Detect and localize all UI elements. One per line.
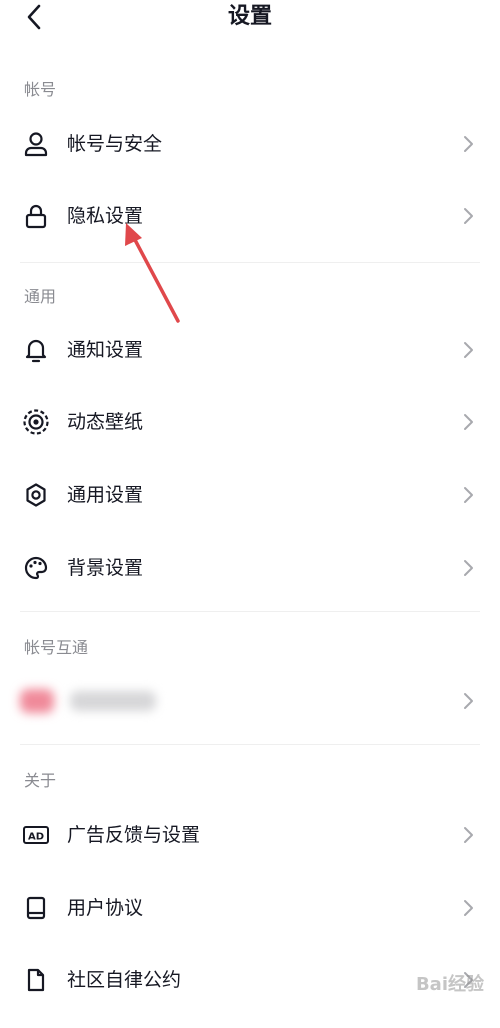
page-title: 设置 bbox=[227, 4, 272, 29]
account-security-label: 帐号与安全 bbox=[67, 133, 163, 155]
section-title-about: 关于 bbox=[24, 771, 57, 790]
community-guidelines-label: 社区自律公约 bbox=[67, 969, 182, 991]
section-title-account: 帐号 bbox=[24, 80, 57, 99]
privacy-settings-item[interactable]: 隐私设置 bbox=[0, 188, 500, 244]
chevron-right-icon bbox=[464, 560, 473, 576]
live-wallpaper-item[interactable]: 动态壁纸 bbox=[0, 394, 500, 450]
section-title-interop: 帐号互通 bbox=[24, 638, 89, 657]
book-icon bbox=[22, 894, 50, 922]
privacy-settings-label: 隐私设置 bbox=[67, 205, 144, 227]
document-icon bbox=[22, 966, 50, 994]
divider bbox=[20, 611, 480, 612]
user-icon bbox=[22, 130, 50, 158]
chevron-right-icon bbox=[464, 342, 473, 358]
chevron-right-icon bbox=[464, 827, 473, 843]
notification-settings-label: 通知设置 bbox=[67, 339, 144, 361]
account-security-item[interactable]: 帐号与安全 bbox=[0, 116, 500, 172]
linked-account-item[interactable] bbox=[0, 673, 500, 729]
user-agreement-label: 用户协议 bbox=[67, 897, 144, 919]
target-icon bbox=[22, 408, 50, 436]
linked-account-name bbox=[70, 691, 156, 711]
lock-icon bbox=[22, 202, 50, 230]
ad-feedback-label: 广告反馈与设置 bbox=[67, 824, 201, 846]
chevron-right-icon bbox=[464, 900, 473, 916]
notification-settings-item[interactable]: 通知设置 bbox=[0, 322, 500, 378]
chevron-right-icon bbox=[464, 136, 473, 152]
palette-icon bbox=[22, 554, 50, 582]
chevron-right-icon bbox=[464, 414, 473, 430]
navigation-bar: 设置 bbox=[0, 0, 500, 36]
watermark: Bai经验 bbox=[415, 974, 484, 995]
svg-text:AD: AD bbox=[28, 832, 44, 843]
background-settings-item[interactable]: 背景设置 bbox=[0, 540, 500, 596]
ad-badge-icon: AD bbox=[22, 821, 50, 849]
chevron-right-icon bbox=[464, 208, 473, 224]
chevron-right-icon bbox=[464, 487, 473, 503]
ad-feedback-item[interactable]: AD 广告反馈与设置 bbox=[0, 807, 500, 863]
divider bbox=[20, 744, 480, 745]
general-settings-item[interactable]: 通用设置 bbox=[0, 467, 500, 523]
linked-app-icon bbox=[20, 689, 54, 713]
bell-icon bbox=[22, 336, 50, 364]
section-title-general: 通用 bbox=[24, 287, 57, 306]
user-agreement-item[interactable]: 用户协议 bbox=[0, 880, 500, 936]
chevron-right-icon bbox=[464, 693, 473, 709]
background-settings-label: 背景设置 bbox=[67, 557, 144, 579]
gear-icon bbox=[22, 481, 50, 509]
divider bbox=[20, 262, 480, 263]
live-wallpaper-label: 动态壁纸 bbox=[67, 411, 144, 433]
general-settings-label: 通用设置 bbox=[67, 484, 144, 506]
